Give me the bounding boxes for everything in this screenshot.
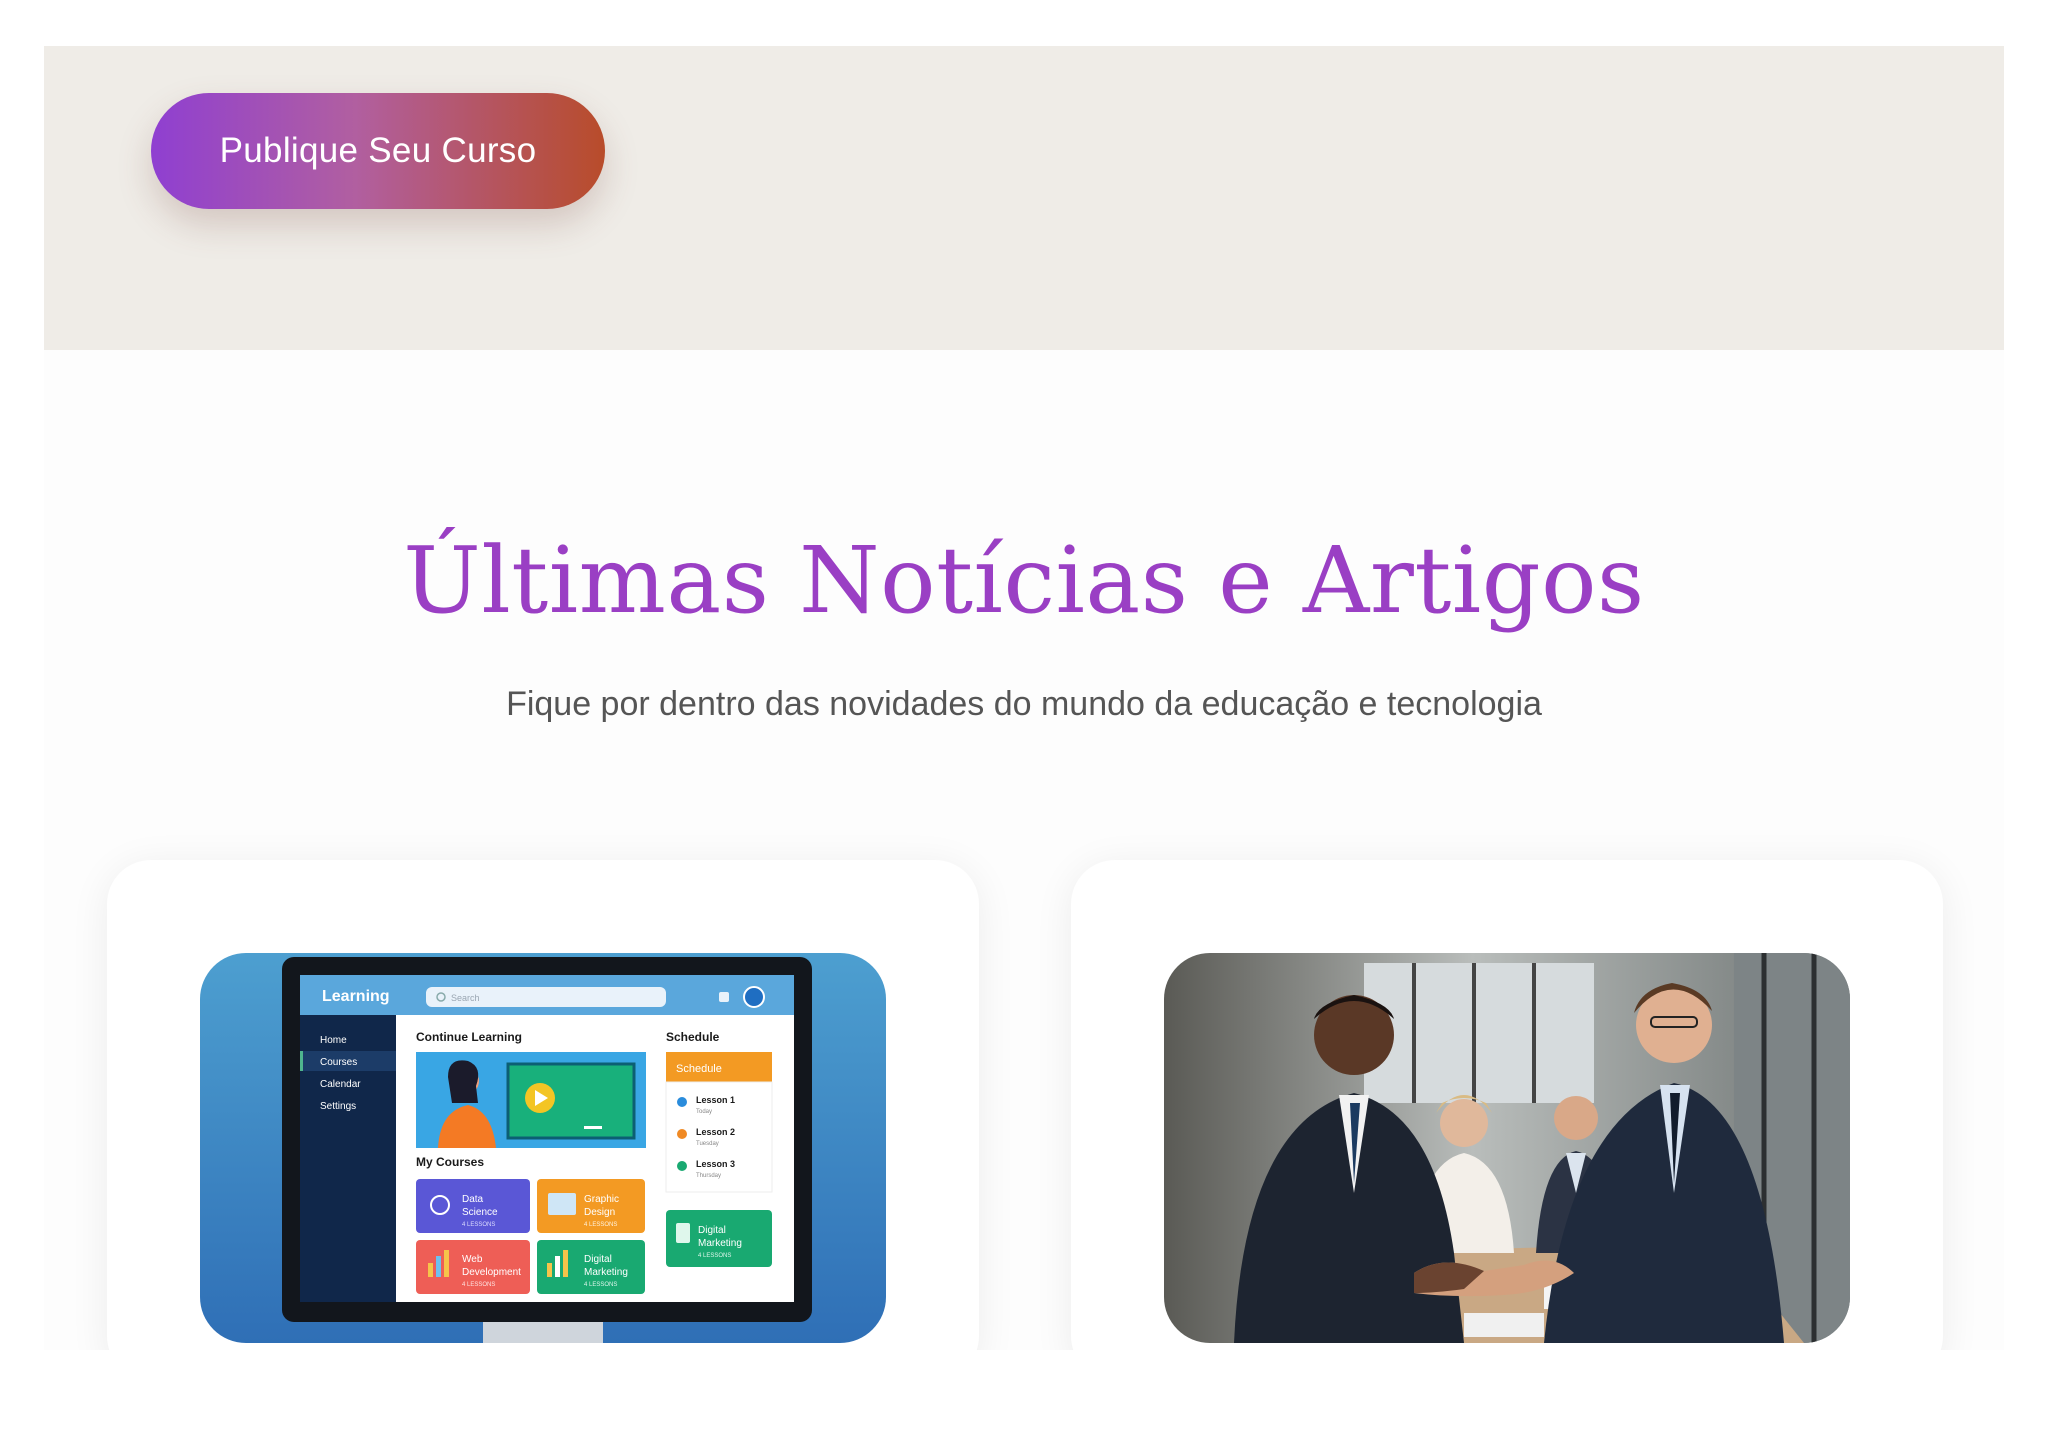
business-handshake-photo[interactable] <box>1164 953 1850 1343</box>
news-section: Últimas Notícias e Artigos Fique por den… <box>44 350 2004 1350</box>
sidebar-calendar: Calendar <box>320 1079 361 1090</box>
svg-text:4 LESSONS: 4 LESSONS <box>462 1282 495 1288</box>
continue-learning-heading: Continue Learning <box>416 1030 522 1044</box>
svg-text:Today: Today <box>696 1109 712 1115</box>
svg-text:Graphic: Graphic <box>584 1194 619 1205</box>
svg-text:Web: Web <box>462 1254 483 1265</box>
svg-text:Marketing: Marketing <box>698 1238 742 1249</box>
svg-text:Thursday: Thursday <box>696 1173 721 1179</box>
user-avatar-icon <box>743 986 765 1008</box>
svg-text:Lesson 3: Lesson 3 <box>696 1159 735 1169</box>
svg-text:4 LESSONS: 4 LESSONS <box>584 1282 617 1288</box>
sidebar-settings: Settings <box>320 1101 356 1112</box>
monitor-illustration: Learning Search Home Courses Calendar Se… <box>200 953 886 1343</box>
svg-text:Schedule: Schedule <box>676 1063 722 1075</box>
svg-text:Lesson 1: Lesson 1 <box>696 1095 735 1105</box>
design-icon <box>548 1193 576 1215</box>
news-subtitle: Fique por dentro das novidades do mundo … <box>506 685 1542 723</box>
svg-text:Lesson 2: Lesson 2 <box>696 1127 735 1137</box>
sidebar-home: Home <box>320 1035 347 1046</box>
svg-text:Science: Science <box>462 1207 498 1218</box>
mail-icon <box>719 992 729 1002</box>
search-placeholder: Search <box>451 993 480 1003</box>
sidebar-courses: Courses <box>320 1057 357 1068</box>
svg-text:Tuesday: Tuesday <box>696 1141 719 1147</box>
svg-text:Digital: Digital <box>698 1225 726 1236</box>
elearning-dashboard-image[interactable]: Learning Search Home Courses Calendar Se… <box>200 953 886 1343</box>
svg-text:Design: Design <box>584 1207 615 1218</box>
bar-chart-icon <box>444 1250 449 1277</box>
hero-section: Publique Seu Curso <box>44 46 2004 350</box>
my-courses-heading: My Courses <box>416 1155 484 1169</box>
notebook-icon <box>676 1223 690 1243</box>
svg-text:4 LESSONS: 4 LESSONS <box>584 1222 617 1228</box>
svg-text:Development: Development <box>462 1267 521 1278</box>
schedule-heading: Schedule <box>666 1030 720 1044</box>
news-title: Últimas Notícias e Artigos <box>403 527 1645 634</box>
publish-course-button[interactable]: Publique Seu Curso <box>151 93 605 209</box>
svg-text:Marketing: Marketing <box>584 1267 628 1278</box>
handshake-photo-illustration <box>1164 953 1850 1343</box>
svg-text:4 LESSONS: 4 LESSONS <box>462 1222 495 1228</box>
svg-text:4 LESSONS: 4 LESSONS <box>698 1253 731 1259</box>
article-card[interactable]: Learning Search Home Courses Calendar Se… <box>107 860 979 1350</box>
svg-text:Data: Data <box>462 1194 484 1205</box>
growth-chart-icon <box>563 1250 568 1277</box>
article-card[interactable] <box>1071 860 1943 1350</box>
app-title: Learning <box>322 988 390 1005</box>
svg-text:Digital: Digital <box>584 1254 612 1265</box>
